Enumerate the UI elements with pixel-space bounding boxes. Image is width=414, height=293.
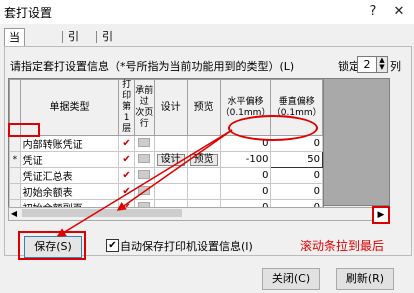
col-nextpage[interactable]: 承前过 次页行 — [133, 79, 155, 136]
lock-columns-input[interactable]: 2 — [357, 56, 377, 73]
voffset-cell[interactable]: 0 — [270, 167, 323, 184]
preview-cell[interactable] — [186, 135, 221, 152]
nextpage-checkbox[interactable] — [138, 185, 151, 195]
help-button[interactable]: ? — [362, 2, 384, 22]
preview-cell[interactable] — [186, 183, 221, 200]
print-check-icon[interactable]: ✔ — [118, 151, 135, 168]
preview-cell[interactable]: 预览 — [186, 151, 221, 168]
voffset-cell[interactable]: 0 — [270, 183, 323, 200]
autosave-checkbox[interactable]: ✔ — [106, 239, 119, 252]
doc-type-cell[interactable]: 初始余额表 — [19, 183, 120, 200]
setting-cell[interactable]: 设计 — [153, 151, 188, 168]
hoffset-cell[interactable]: -100 — [219, 151, 272, 168]
row-marker: * — [9, 151, 21, 168]
lock-spinner[interactable]: ▲ ▼ — [376, 56, 388, 73]
doc-type-cell[interactable]: 凭证汇总表 — [19, 167, 120, 184]
print-check-icon[interactable]: ✔ — [118, 135, 135, 152]
nextpage-checkbox[interactable] — [138, 137, 151, 147]
nextpage-checkbox[interactable] — [138, 153, 151, 163]
close-button[interactable]: 关闭(C) — [262, 268, 320, 290]
doc-type-cell[interactable]: 凭证 — [19, 151, 120, 168]
row-marker — [9, 135, 21, 152]
setting-cell[interactable] — [153, 135, 188, 152]
nextpage-cell[interactable] — [133, 183, 155, 200]
col-preview[interactable]: 预览 — [186, 79, 221, 136]
preview-cell[interactable] — [186, 167, 221, 184]
col-print[interactable]: 打印 第1层 — [118, 79, 135, 136]
title-bar — [0, 0, 414, 24]
highlight-offset-oval — [228, 115, 318, 141]
refresh-button[interactable]: 刷新(R) — [336, 268, 394, 290]
preview-button[interactable]: 预览 — [189, 153, 218, 166]
row-marker — [9, 167, 21, 184]
table-row[interactable]: 凭证汇总表 ✔ 0 0 — [9, 167, 323, 184]
nextpage-cell[interactable] — [133, 135, 155, 152]
print-check-icon[interactable]: ✔ — [118, 167, 135, 184]
print-settings-grid: 单据类型 打印 第1层 承前过 次页行 设计 预览 水平偏移 （0.1mm） 垂… — [8, 78, 324, 220]
close-window-button[interactable]: ✕ — [388, 2, 410, 22]
hoffset-cell[interactable]: 0 — [219, 183, 272, 200]
nextpage-cell[interactable] — [133, 167, 155, 184]
print-check-icon[interactable]: ✔ — [118, 183, 135, 200]
autosave-label: 自动保存打印机设置信息(I) — [120, 240, 253, 253]
highlight-save-button — [18, 231, 86, 260]
lock-suffix: 列 — [390, 60, 401, 73]
tab-current-settings[interactable]: 当前设置 — [4, 28, 25, 98]
table-row[interactable]: 初始余额表 ✔ 0 0 — [9, 183, 323, 200]
setting-cell[interactable] — [153, 167, 188, 184]
doc-type-cell[interactable]: 内部转账凭证 — [19, 135, 120, 152]
scroll-thumb[interactable] — [22, 209, 182, 217]
window-title: 套打设置 — [4, 6, 53, 20]
row-marker — [9, 183, 21, 200]
hoffset-cell[interactable]: 0 — [219, 167, 272, 184]
nextpage-cell[interactable] — [133, 151, 155, 168]
voffset-cell[interactable]: 50 — [270, 151, 323, 168]
table-row[interactable]: * 凭证 ✔ 设计 预览 -100 50 — [9, 151, 323, 168]
scroll-right-arrow-icon[interactable]: ▶ — [372, 206, 390, 224]
scroll-left-arrow-icon[interactable]: ◀ — [9, 208, 19, 219]
tab-export[interactable]: 引出 — [98, 28, 117, 61]
tab-import[interactable]: 引入 — [64, 28, 83, 61]
annotation-text: 滚动条拉到最后 — [300, 239, 385, 253]
nextpage-checkbox[interactable] — [138, 169, 151, 179]
setting-cell[interactable] — [153, 183, 188, 200]
design-button[interactable]: 设计 — [156, 153, 185, 166]
col-setting[interactable]: 设计 — [153, 79, 188, 136]
highlight-voucher-row — [8, 123, 40, 137]
grid-empty-area — [322, 78, 390, 206]
hint-text: 请指定套打设置信息（*号所指为当前功能用到的类型）(L) — [10, 60, 295, 73]
